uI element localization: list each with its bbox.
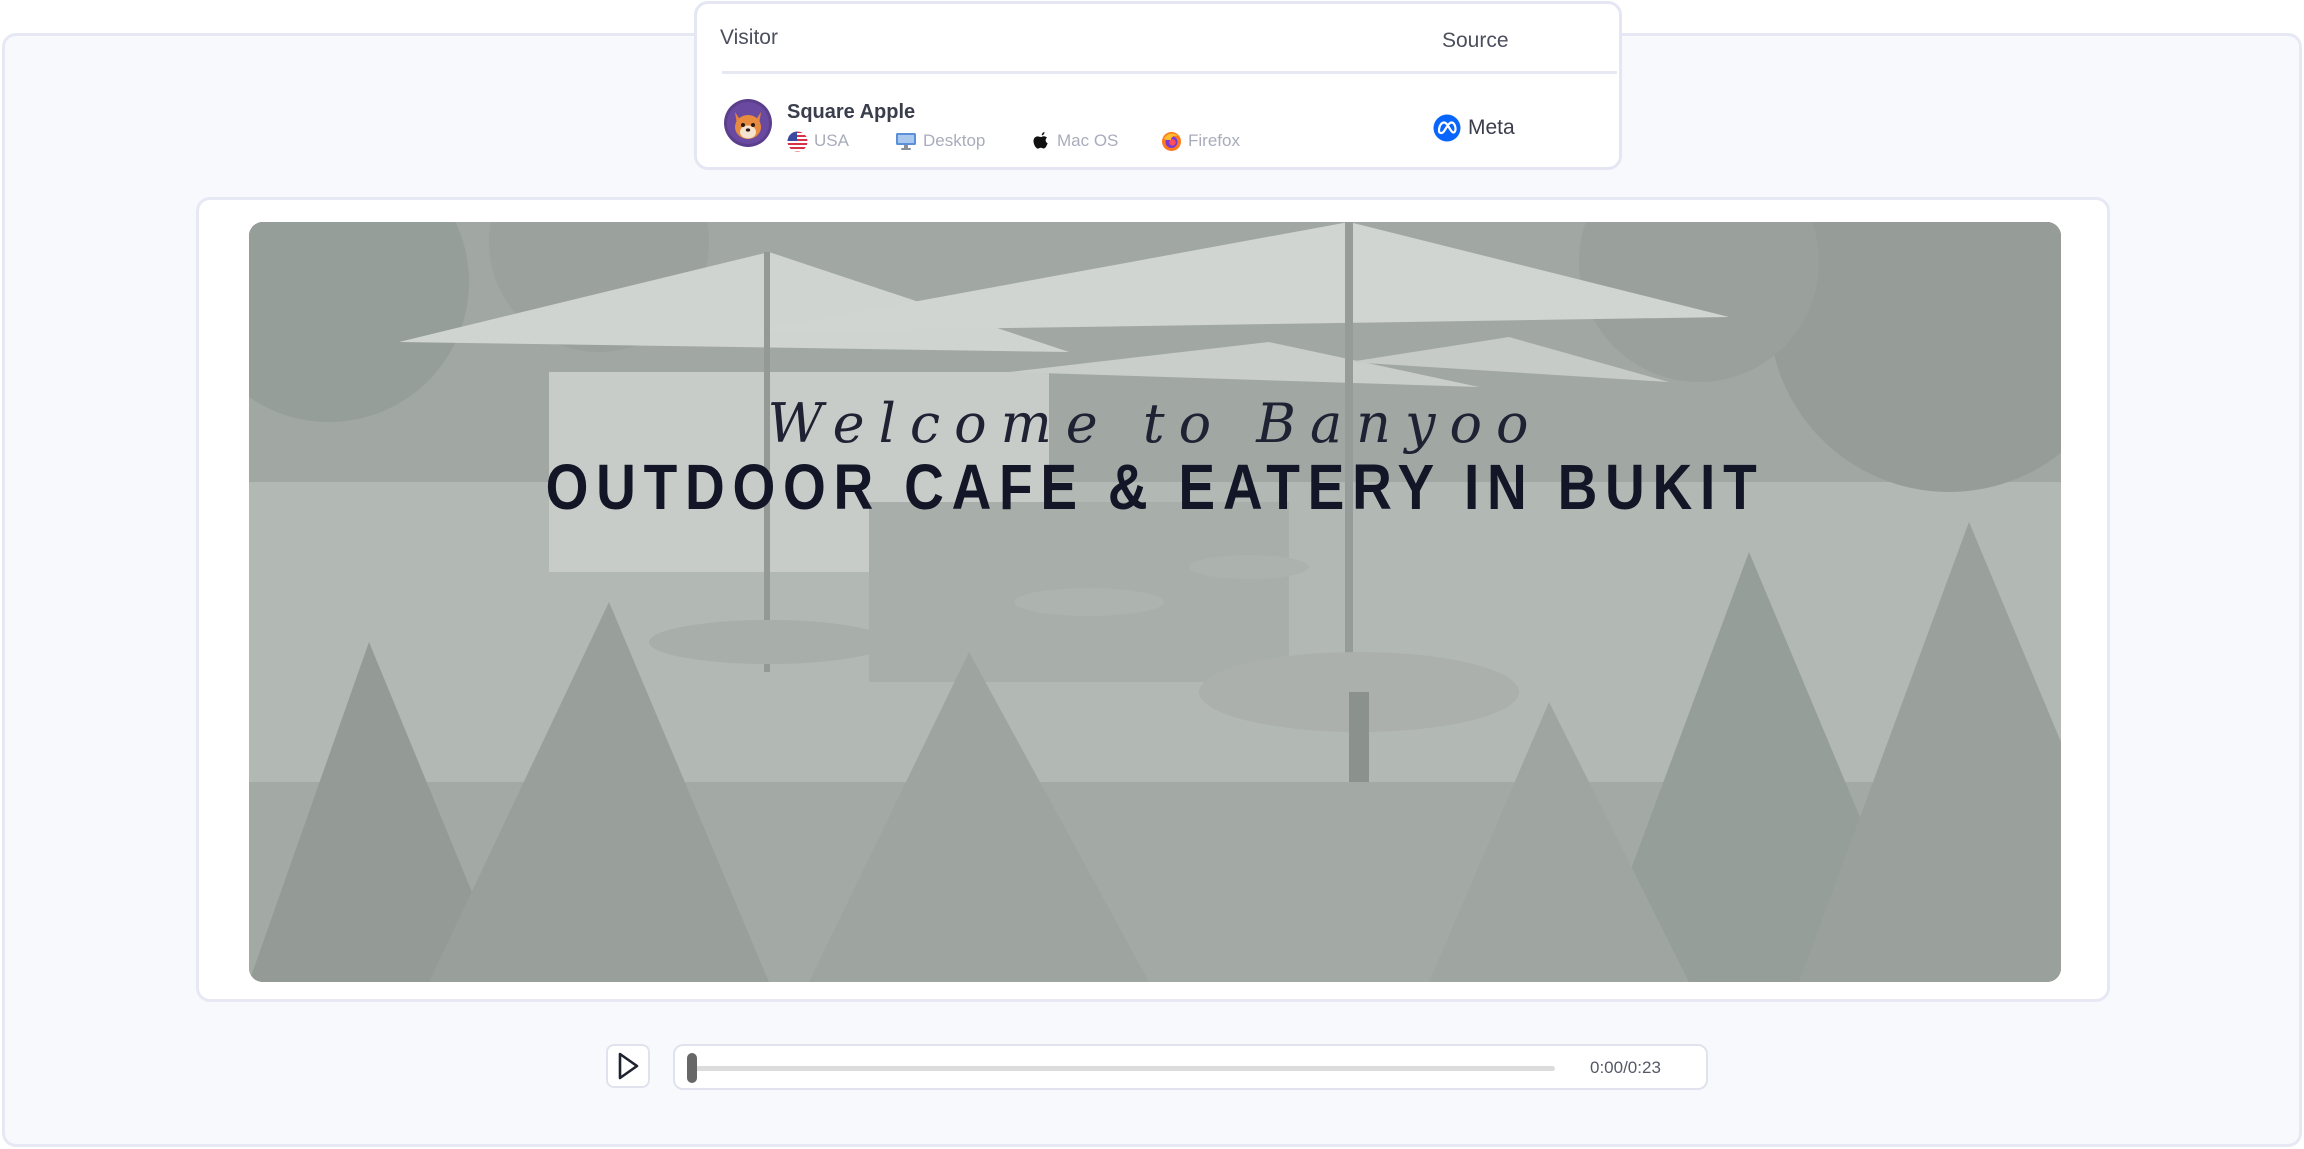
visitor-os: Mac OS	[1032, 130, 1118, 152]
time-display: 0:00/0:23	[1590, 1058, 1661, 1077]
firefox-icon	[1162, 131, 1181, 151]
progress-bar[interactable]: 0:00/0:23	[673, 1044, 1708, 1090]
us-flag-icon	[787, 131, 808, 151]
column-header-visitor: Visitor	[720, 26, 778, 49]
progress-track[interactable]	[687, 1066, 1555, 1071]
visitor-name[interactable]: Square Apple	[787, 101, 915, 124]
fox-avatar-icon	[724, 99, 772, 147]
video-player[interactable]: Welcome to Banyoo OUTDOOR CAFE & EATERY …	[249, 222, 2061, 982]
meta-icon	[1433, 114, 1461, 142]
visitor-info-card: Visitor Source Square Apple USA Desktop …	[694, 1, 1622, 170]
visitor-country-label: USA	[814, 131, 849, 150]
visitor-source: Meta	[1433, 114, 1515, 142]
visitor-browser: Firefox	[1161, 130, 1240, 152]
play-icon	[618, 1052, 639, 1080]
progress-handle[interactable]	[687, 1053, 697, 1083]
play-button[interactable]	[606, 1044, 650, 1088]
video-frame: Welcome to Banyoo OUTDOOR CAFE & EATERY …	[196, 197, 2110, 1002]
visitor-device: Desktop	[895, 130, 985, 152]
desktop-icon	[896, 133, 916, 150]
visitor-avatar	[724, 99, 772, 147]
video-headline: OUTDOOR CAFE & EATERY IN BUKIT	[545, 451, 1765, 523]
video-welcome-text: Welcome to Banyoo	[767, 392, 1543, 455]
header-divider	[722, 71, 1617, 74]
visitor-browser-label: Firefox	[1188, 131, 1240, 150]
visitor-country: USA	[787, 130, 849, 152]
cafe-scene-image	[249, 222, 2061, 982]
visitor-device-label: Desktop	[923, 131, 986, 150]
visitor-os-label: Mac OS	[1057, 131, 1119, 150]
column-header-source: Source	[1442, 29, 1509, 52]
visitor-source-label: Meta	[1468, 116, 1515, 139]
apple-icon	[1033, 131, 1048, 149]
